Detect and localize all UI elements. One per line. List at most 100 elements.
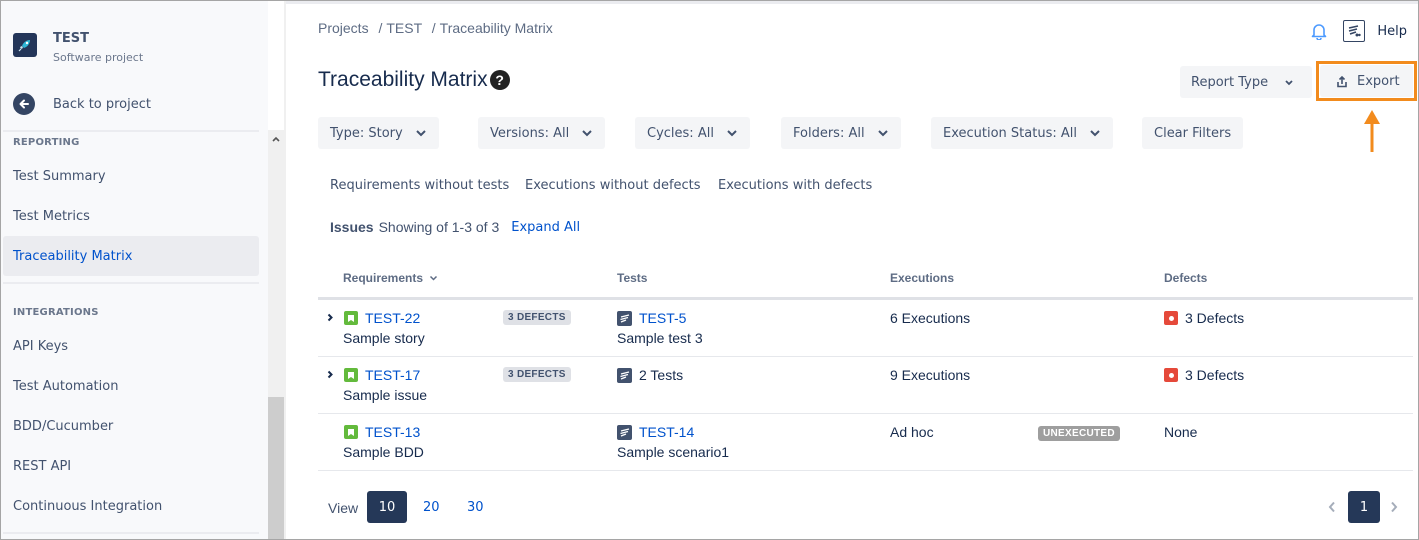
sidebar-item-test-summary[interactable]: Test Summary bbox=[3, 156, 259, 196]
page-size-30[interactable]: 30 bbox=[459, 491, 492, 523]
sidebar-divider bbox=[3, 532, 259, 534]
issues-label: Issues bbox=[330, 219, 374, 235]
chevron-left-icon[interactable] bbox=[1322, 497, 1342, 517]
bug-icon bbox=[1164, 368, 1178, 382]
sidebar: TEST Software project Back to project RE… bbox=[0, 0, 268, 540]
test-link[interactable]: TEST-5 bbox=[639, 310, 686, 326]
sidebar-scrollbar[interactable] bbox=[268, 130, 284, 540]
breadcrumb-separator: / bbox=[431, 20, 436, 36]
expand-all-link[interactable]: Expand All bbox=[511, 220, 580, 235]
requirement-cell: TEST-13 bbox=[344, 424, 420, 440]
arrow-left-icon bbox=[13, 93, 35, 115]
filter-versions[interactable]: Versions: All bbox=[478, 117, 606, 149]
report-type-dropdown[interactable]: Report Type bbox=[1180, 66, 1312, 98]
filter-type-label: Type: Story bbox=[330, 125, 403, 141]
filter-type[interactable]: Type: Story bbox=[318, 117, 439, 149]
page-number-current[interactable]: 1 bbox=[1348, 491, 1380, 523]
export-highlight-box bbox=[1316, 61, 1417, 101]
sidebar-divider bbox=[3, 130, 259, 132]
project-type: Software project bbox=[53, 51, 144, 64]
expand-row-chevron-icon[interactable] bbox=[327, 368, 334, 382]
story-icon bbox=[344, 425, 358, 439]
issues-summary: Issues Showing of 1-3 of 3 Expand All bbox=[330, 219, 580, 235]
column-header-executions: Executions bbox=[890, 271, 955, 285]
requirement-cell: TEST-17 bbox=[344, 367, 420, 383]
report-type-label: Report Type bbox=[1191, 74, 1269, 90]
sidebar-item-test-metrics[interactable]: Test Metrics bbox=[3, 196, 259, 236]
defects-value: None bbox=[1164, 424, 1198, 440]
executions-value[interactable]: 6 Executions bbox=[890, 310, 970, 326]
defects-value: 3 Defects bbox=[1185, 310, 1245, 326]
sidebar-item-bdd-cucumber[interactable]: BDD/Cucumber bbox=[3, 406, 259, 446]
test-icon bbox=[617, 367, 632, 383]
bug-icon bbox=[1164, 311, 1178, 325]
filter-cycles-label: Cycles: All bbox=[647, 125, 714, 141]
filter-cycles[interactable]: Cycles: All bbox=[635, 117, 750, 149]
sidebar-divider bbox=[3, 282, 259, 284]
defects-lozenge: 3 DEFECTS bbox=[503, 367, 571, 382]
requirement-summary: Sample story bbox=[343, 330, 425, 346]
project-header[interactable]: TEST Software project bbox=[13, 31, 143, 64]
chevron-right-icon[interactable] bbox=[1384, 497, 1404, 517]
quick-link-executions-without-defects[interactable]: Executions without defects bbox=[525, 178, 701, 193]
breadcrumb-projects[interactable]: Projects bbox=[318, 20, 369, 36]
page-title-wrap: Traceability Matrix ? bbox=[318, 68, 510, 92]
column-header-requirements-label: Requirements bbox=[343, 271, 424, 285]
breadcrumb-separator: / bbox=[378, 20, 383, 36]
requirement-cell: TEST-22 bbox=[344, 310, 420, 326]
breadcrumb-test[interactable]: TEST bbox=[386, 20, 422, 36]
test-count: 2 Tests bbox=[639, 367, 684, 383]
defects-cell[interactable]: 3 Defects bbox=[1164, 367, 1244, 383]
executions-value[interactable]: 9 Executions bbox=[890, 367, 970, 383]
quick-link-executions-with-defects[interactable]: Executions with defects bbox=[718, 178, 872, 193]
help-link[interactable]: Help bbox=[1377, 24, 1407, 39]
page-title: Traceability Matrix bbox=[318, 68, 488, 91]
story-icon bbox=[344, 311, 358, 325]
zephyr-app-icon[interactable] bbox=[1343, 20, 1366, 42]
test-summary: Sample test 3 bbox=[617, 330, 703, 346]
rocket-icon bbox=[13, 33, 37, 57]
breadcrumb-traceability-matrix[interactable]: Traceability Matrix bbox=[440, 20, 553, 36]
section-title-reporting: REPORTING bbox=[13, 137, 80, 148]
page-size-10[interactable]: 10 bbox=[367, 491, 407, 523]
chevron-down-icon bbox=[581, 129, 593, 137]
test-link[interactable]: TEST-14 bbox=[639, 424, 694, 440]
back-to-project-link[interactable]: Back to project bbox=[13, 93, 151, 115]
arrow-up-annotation-icon bbox=[1364, 110, 1380, 152]
view-label: View bbox=[328, 500, 359, 516]
test-cell: 2 Tests bbox=[617, 367, 683, 383]
column-header-requirements[interactable]: Requirements bbox=[343, 271, 438, 285]
top-border bbox=[286, 0, 1419, 4]
filter-folders[interactable]: Folders: All bbox=[781, 117, 901, 149]
sidebar-item-traceability-matrix[interactable]: Traceability Matrix bbox=[3, 236, 259, 276]
executions-value: Ad hoc bbox=[890, 424, 934, 440]
back-to-project-label: Back to project bbox=[53, 96, 151, 112]
row-divider bbox=[318, 413, 1413, 414]
requirement-summary: Sample BDD bbox=[343, 444, 424, 460]
sidebar-item-api-keys[interactable]: API Keys bbox=[3, 326, 259, 366]
chevron-up-icon[interactable] bbox=[268, 130, 284, 148]
defects-cell[interactable]: 3 Defects bbox=[1164, 310, 1244, 326]
scrollbar-thumb[interactable] bbox=[268, 397, 284, 540]
row-divider bbox=[318, 356, 1413, 357]
clear-filters-button[interactable]: Clear Filters bbox=[1142, 117, 1244, 149]
quick-link-requirements-without-tests[interactable]: Requirements without tests bbox=[330, 178, 509, 193]
table-header-divider bbox=[318, 297, 1413, 300]
test-summary: Sample scenario1 bbox=[617, 444, 730, 460]
requirement-link[interactable]: TEST-13 bbox=[365, 424, 420, 440]
help-question-icon[interactable]: ? bbox=[489, 70, 510, 90]
filter-folders-label: Folders: All bbox=[793, 125, 865, 141]
sidebar-item-test-automation[interactable]: Test Automation bbox=[3, 366, 259, 406]
test-cell: TEST-14 bbox=[617, 424, 694, 440]
sidebar-item-rest-api[interactable]: REST API bbox=[3, 446, 259, 486]
sidebar-item-continuous-integration[interactable]: Continuous Integration bbox=[3, 486, 259, 526]
expand-row-chevron-icon[interactable] bbox=[327, 311, 334, 325]
unexecuted-lozenge: UNEXECUTED bbox=[1038, 426, 1120, 441]
requirement-link[interactable]: TEST-17 bbox=[365, 367, 420, 383]
filter-execution-status-label: Execution Status: All bbox=[943, 125, 1077, 141]
filter-execution-status[interactable]: Execution Status: All bbox=[931, 117, 1113, 149]
page-size-20[interactable]: 20 bbox=[415, 491, 448, 523]
bell-icon[interactable] bbox=[1309, 21, 1329, 41]
requirement-link[interactable]: TEST-22 bbox=[365, 310, 420, 326]
requirement-summary: Sample issue bbox=[343, 387, 428, 403]
